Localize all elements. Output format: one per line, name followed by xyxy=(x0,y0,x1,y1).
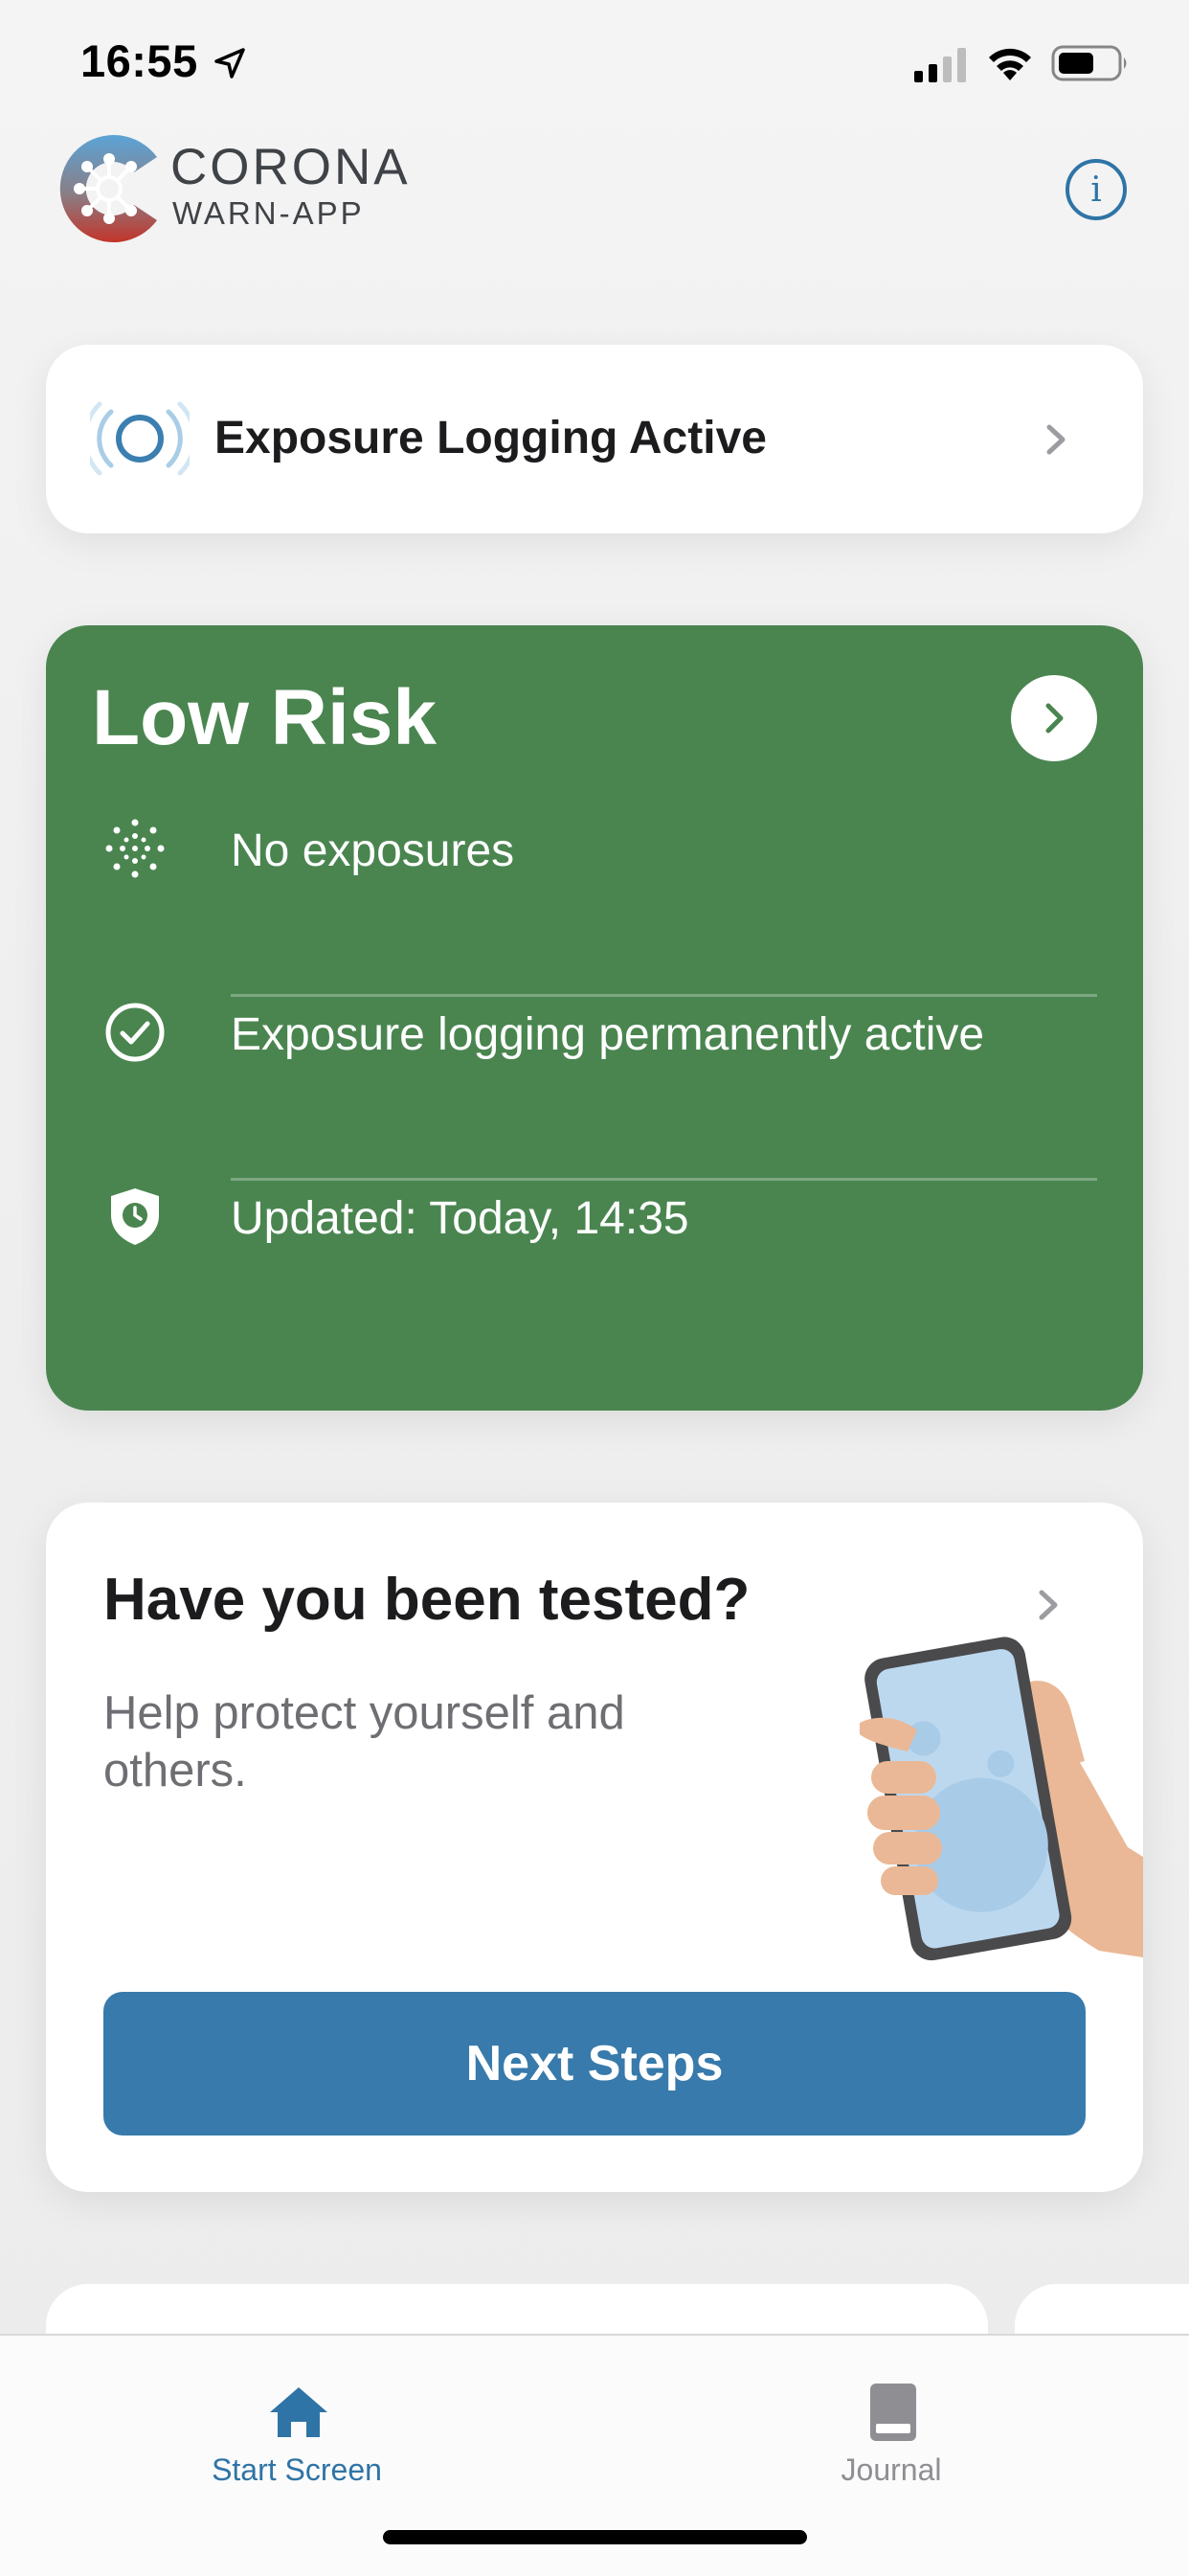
risk-status-card[interactable]: Low Risk No exposures Exposure logging p… xyxy=(46,625,1143,1411)
test-card-subtitle: Help protect yourself and others. xyxy=(103,1687,625,1796)
cellular-signal-icon xyxy=(914,48,966,82)
tab-label: Start Screen xyxy=(212,2452,382,2487)
check-circle-icon xyxy=(105,1003,165,1062)
home-icon xyxy=(270,2387,327,2437)
location-arrow-icon xyxy=(214,48,245,79)
info-icon: i xyxy=(1090,169,1102,210)
test-result-card[interactable]: Have you been tested? Help protect yours… xyxy=(46,1503,1143,2192)
status-bar: 16:55 xyxy=(0,0,1189,124)
risk-details-button[interactable] xyxy=(1011,675,1097,761)
tab-journal[interactable]: Journal xyxy=(700,2357,1083,2500)
tab-label: Journal xyxy=(841,2452,942,2487)
risk-row-label: No exposures xyxy=(231,825,515,876)
exposure-logging-icon xyxy=(90,401,190,476)
battery-icon xyxy=(1051,45,1127,81)
chevron-right-icon xyxy=(1045,703,1064,734)
book-icon xyxy=(870,2384,916,2441)
tab-start-screen[interactable]: Start Screen xyxy=(105,2357,488,2500)
status-time: 16:55 xyxy=(80,35,198,86)
exposure-logging-card[interactable]: Exposure Logging Active xyxy=(46,345,1143,533)
risk-row-updated: Updated: Today, 14:35 xyxy=(46,1123,1143,1305)
shield-clock-icon xyxy=(111,1188,159,1245)
test-card-title: Have you been tested? xyxy=(103,1567,751,1633)
next-steps-button[interactable]: Next Steps xyxy=(103,1992,1086,2135)
wifi-icon xyxy=(989,48,1031,80)
virus-dots-icon xyxy=(105,819,165,878)
tab-bar: Start Screen Journal xyxy=(0,2334,1189,2576)
risk-row-label: Exposure logging permanently active xyxy=(231,1009,985,1060)
corona-warn-app-logo xyxy=(59,135,158,242)
logo-subtitle: WARN-APP xyxy=(172,195,365,231)
exposure-logging-title: Exposure Logging Active xyxy=(214,413,767,463)
risk-row-logging: Exposure logging permanently active xyxy=(46,939,1143,1121)
info-button[interactable]: i xyxy=(1066,159,1127,220)
risk-row-exposures: No exposures xyxy=(46,756,1143,938)
risk-level-title: Low Risk xyxy=(92,674,437,761)
chevron-right-icon xyxy=(1046,424,1066,455)
home-indicator xyxy=(383,2530,807,2544)
logo-title: CORONA xyxy=(170,139,411,195)
risk-row-label: Updated: Today, 14:35 xyxy=(231,1193,689,1244)
app-header: CORONA WARN-APP i xyxy=(0,124,1189,259)
hand-holding-phone-illustration xyxy=(860,1637,1143,1961)
